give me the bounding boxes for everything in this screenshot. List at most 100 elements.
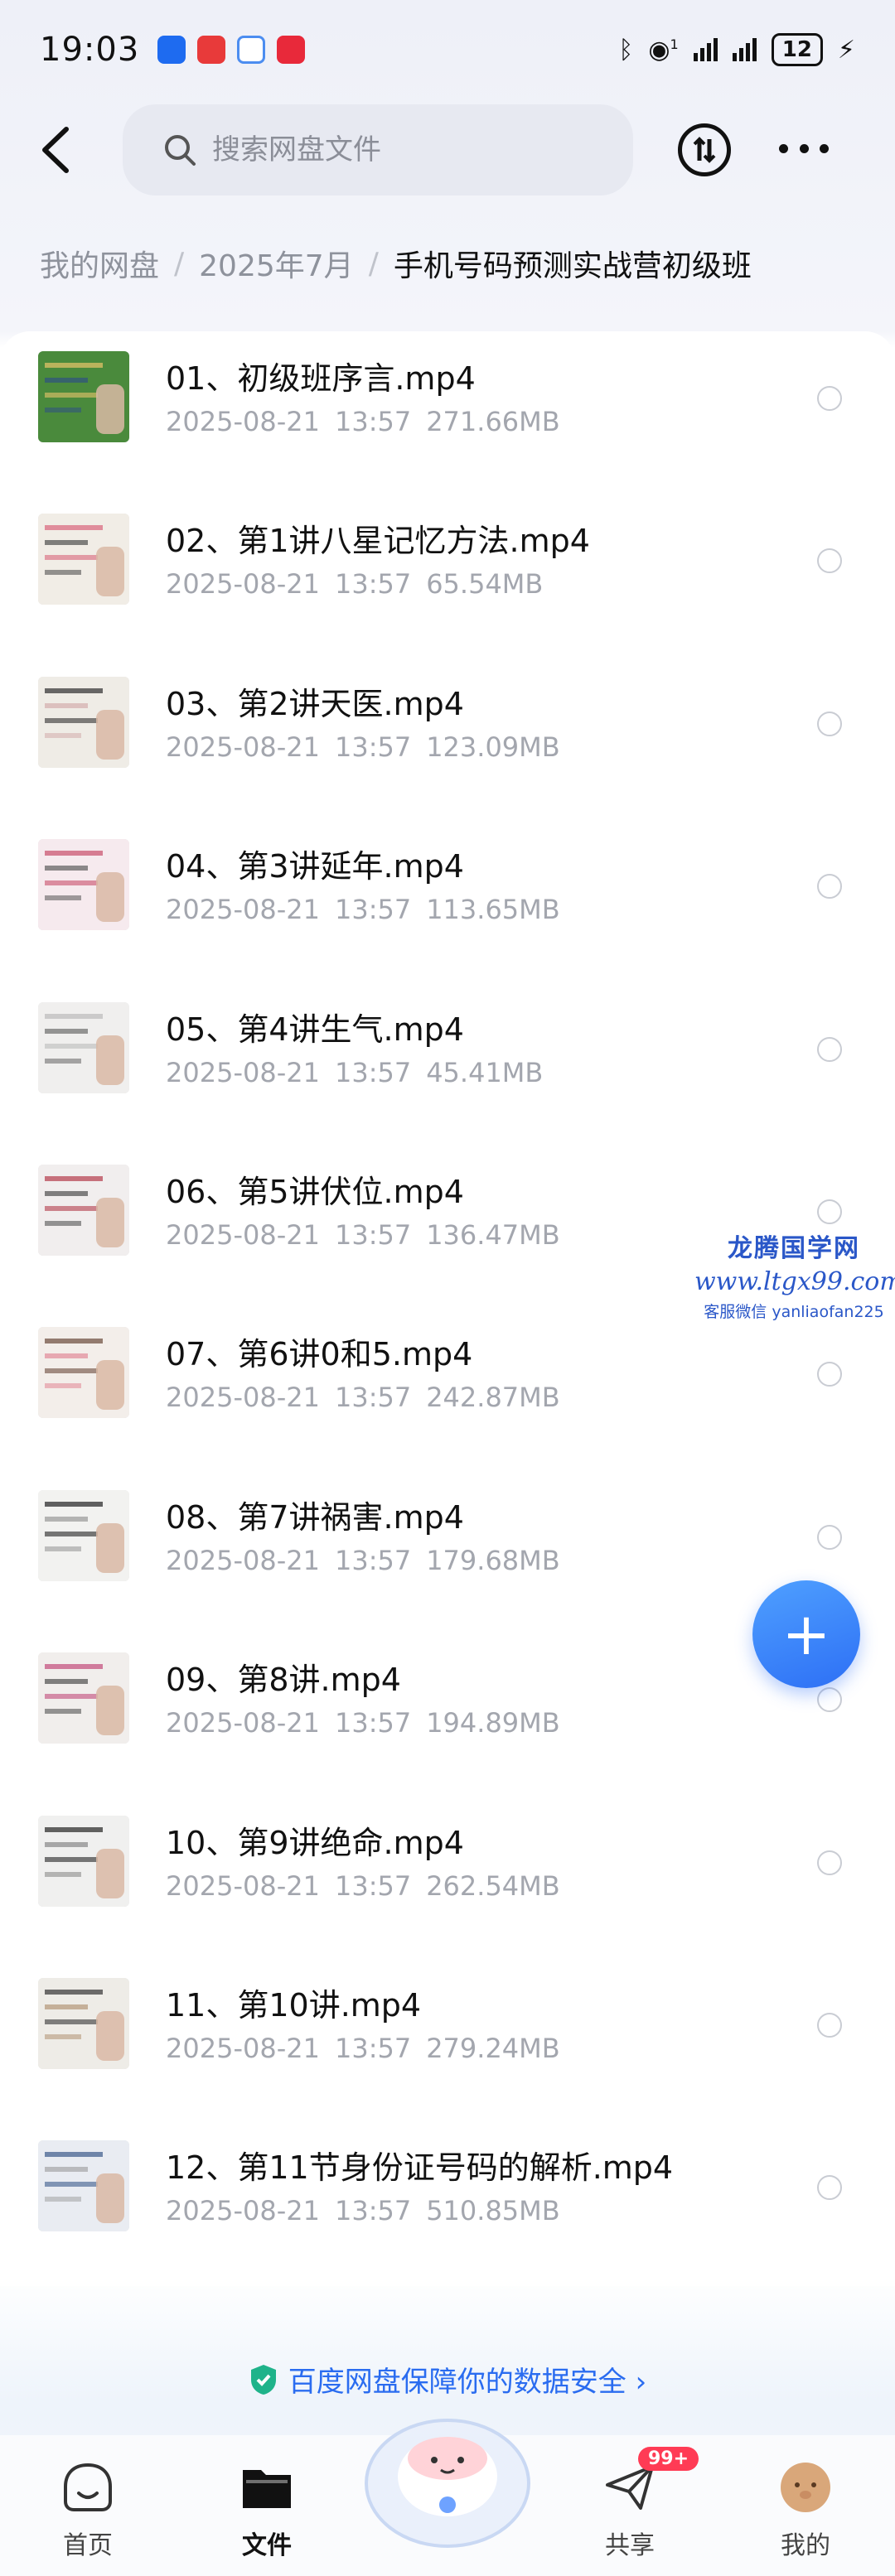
- nav-files[interactable]: 文件: [217, 2458, 317, 2561]
- search-input[interactable]: [212, 133, 593, 166]
- file-name: 10、第9讲绝命.mp4: [166, 1824, 464, 1861]
- breadcrumb-item-current: 手机号码预测实战营初级班: [393, 249, 752, 283]
- nav-share[interactable]: 99+ 共享: [580, 2447, 699, 2561]
- file-size: 194.89MB: [426, 1707, 560, 1739]
- select-checkbox[interactable]: [817, 711, 842, 736]
- video-thumbnail: [38, 1815, 129, 1907]
- file-name: 11、第10讲.mp4: [166, 1987, 422, 2024]
- file-name: 05、第4讲生气.mp4: [166, 1011, 464, 1048]
- select-checkbox[interactable]: [817, 1362, 842, 1387]
- file-meta: 2025-08-21 13:57 123.09MB: [166, 731, 560, 763]
- file-date: 2025-08-21: [166, 1707, 320, 1739]
- select-checkbox[interactable]: [817, 1199, 842, 1224]
- breadcrumb-item-root[interactable]: 我的网盘: [40, 242, 159, 285]
- status-right: ᛒ ◉1 12 ⚡: [618, 33, 855, 66]
- file-date: 2025-08-21: [166, 406, 320, 437]
- file-size: 45.41MB: [426, 1056, 544, 1088]
- file-date: 2025-08-21: [166, 568, 320, 601]
- video-thumbnail: [38, 1327, 129, 1419]
- file-row[interactable]: 10、第9讲绝命.mp4 2025-08-21 13:57 262.54MB: [0, 1796, 895, 1958]
- select-checkbox[interactable]: [817, 386, 842, 411]
- huawei-app-icon: [197, 36, 226, 64]
- signal-icon: [693, 38, 718, 61]
- sort-arrows-icon: [693, 137, 716, 163]
- folder-icon: [243, 2470, 291, 2508]
- watermark-title: 龙腾国学网: [728, 1234, 860, 1263]
- file-meta: 2025-08-21 13:57 510.85MB: [166, 2195, 560, 2226]
- security-banner[interactable]: 百度网盘保障你的数据安全 ›: [0, 2359, 895, 2400]
- mascot-center-button[interactable]: [360, 2400, 535, 2549]
- search-box[interactable]: [123, 104, 633, 195]
- security-text: 百度网盘保障你的数据安全 ›: [288, 2366, 647, 2399]
- file-date: 2025-08-21: [166, 1382, 320, 1414]
- file-meta: 2025-08-21 13:57 179.68MB: [166, 1545, 560, 1576]
- file-time: 13:57: [334, 568, 412, 601]
- file-row[interactable]: 12、第11节身份证号码的解析.mp4 2025-08-21 13:57 510.85…: [0, 2120, 895, 2283]
- file-size: 279.24MB: [426, 2033, 560, 2064]
- file-size: 242.87MB: [426, 1382, 560, 1414]
- video-thumbnail: [38, 1165, 129, 1256]
- file-time: 13:57: [334, 1056, 412, 1088]
- select-checkbox[interactable]: [817, 1850, 842, 1875]
- file-row[interactable]: 04、第3讲延年.mp4 2025-08-21 13:57 113.65MB: [0, 819, 895, 982]
- select-checkbox[interactable]: [817, 1524, 842, 1550]
- file-time: 13:57: [334, 894, 412, 926]
- header: [0, 104, 895, 195]
- file-meta: 2025-08-21 13:57 242.87MB: [166, 1382, 560, 1413]
- file-meta: 2025-08-21 13:57 262.54MB: [166, 1870, 560, 1902]
- plus-icon: +: [781, 1600, 831, 1668]
- file-row[interactable]: 07、第6讲0和5.mp4 2025-08-21 13:57 242.87MB: [0, 1307, 895, 1469]
- nav-home[interactable]: 首页: [38, 2458, 138, 2561]
- battery-indicator: 12: [771, 33, 823, 66]
- file-name: 03、第2讲天医.mp4: [166, 685, 464, 722]
- more-dot-icon: [779, 143, 788, 153]
- nav-files-label: 文件: [242, 2531, 292, 2560]
- select-checkbox[interactable]: [817, 1687, 842, 1713]
- file-name: 04、第3讲延年.mp4: [166, 848, 464, 885]
- file-row[interactable]: 03、第2讲天医.mp4 2025-08-21 13:57 123.09MB: [0, 657, 895, 819]
- file-size: 65.54MB: [426, 568, 544, 601]
- hotspot-icon: ◉1: [648, 35, 679, 65]
- file-row[interactable]: 01、初级班序言.mp4 2025-08-21 13:57 271.66MB: [0, 331, 895, 494]
- file-date: 2025-08-21: [166, 731, 320, 763]
- file-name: 09、第8讲.mp4: [166, 1662, 401, 1699]
- file-meta: 2025-08-21 13:57 45.41MB: [166, 1057, 543, 1088]
- nav-share-label: 共享: [605, 2531, 655, 2560]
- video-thumbnail: [38, 2140, 129, 2232]
- sort-button[interactable]: [678, 123, 731, 176]
- breadcrumb-separator: /: [368, 246, 379, 281]
- file-time: 13:57: [334, 1219, 412, 1251]
- file-size: 510.85MB: [426, 2195, 560, 2227]
- file-date: 2025-08-21: [166, 1219, 320, 1251]
- video-thumbnail: [38, 514, 129, 605]
- file-row[interactable]: 11、第10讲.mp4 2025-08-21 13:57 279.24MB: [0, 1958, 895, 2120]
- uc-app-icon: [157, 36, 186, 64]
- file-size: 123.09MB: [426, 731, 560, 763]
- video-thumbnail: [38, 1489, 129, 1581]
- video-thumbnail: [38, 1001, 129, 1093]
- select-checkbox[interactable]: [817, 874, 842, 900]
- nav-me[interactable]: 我的: [756, 2458, 855, 2561]
- file-time: 13:57: [334, 1869, 412, 1902]
- file-name: 08、第7讲祸害.mp4: [166, 1498, 464, 1536]
- file-size: 113.65MB: [426, 894, 560, 926]
- select-checkbox[interactable]: [817, 1036, 842, 1062]
- file-meta: 2025-08-21 13:57 113.65MB: [166, 894, 560, 925]
- nav-me-label: 我的: [781, 2531, 830, 2560]
- cloud-app-icon: [237, 36, 266, 64]
- back-button[interactable]: [33, 123, 83, 177]
- file-meta: 2025-08-21 13:57 136.47MB: [166, 1219, 560, 1251]
- file-row[interactable]: 05、第4讲生气.mp4 2025-08-21 13:57 45.41MB: [0, 982, 895, 1145]
- select-checkbox[interactable]: [817, 2175, 842, 2201]
- select-checkbox[interactable]: [817, 2013, 842, 2038]
- file-row[interactable]: 02、第1讲八星记忆方法.mp4 2025-08-21 13:57 65.54MB: [0, 494, 895, 656]
- file-time: 13:57: [334, 2195, 412, 2227]
- add-button[interactable]: +: [752, 1580, 860, 1688]
- breadcrumb-item-month[interactable]: 2025年7月: [199, 242, 354, 285]
- nav-home-label: 首页: [63, 2531, 113, 2560]
- select-checkbox[interactable]: [817, 548, 842, 574]
- more-options-button[interactable]: [779, 136, 829, 161]
- video-thumbnail: [38, 1652, 129, 1744]
- file-name: 01、初级班序言.mp4: [166, 360, 476, 397]
- file-time: 13:57: [334, 1382, 412, 1414]
